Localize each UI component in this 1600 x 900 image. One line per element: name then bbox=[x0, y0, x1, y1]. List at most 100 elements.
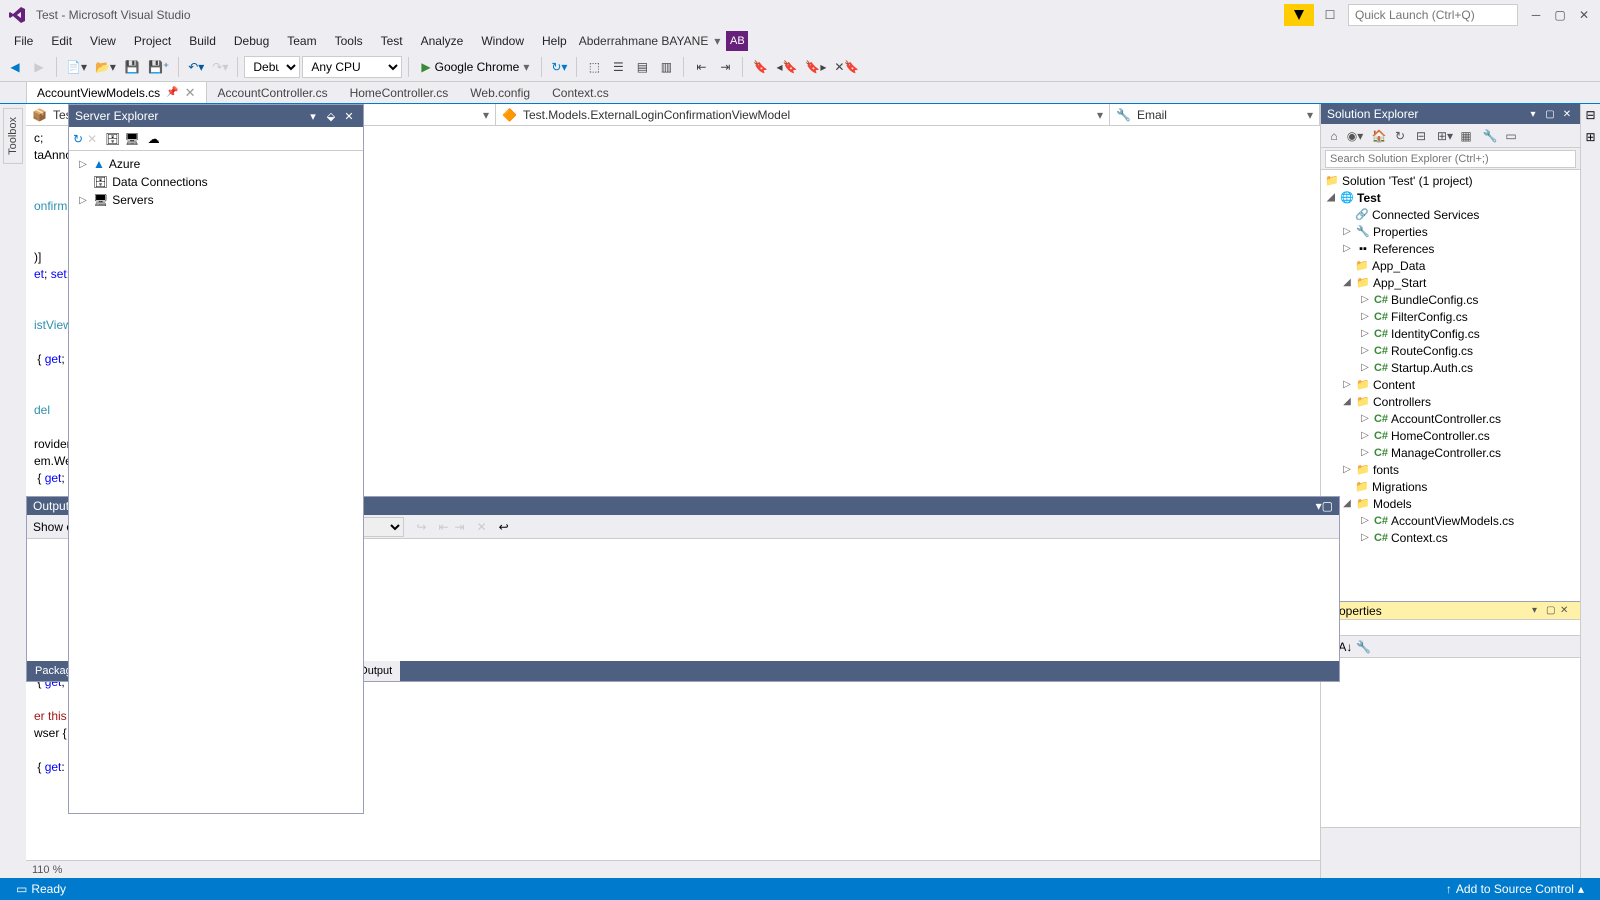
save-all-button[interactable]: 💾⁺ bbox=[145, 55, 172, 79]
properties-grid[interactable] bbox=[1321, 658, 1580, 828]
tn-accountcontroller[interactable]: ▷C#AccountController.cs bbox=[1321, 410, 1580, 427]
out-clear-button[interactable]: ✕ bbox=[477, 520, 487, 534]
status-scc[interactable]: ↑Add to Source Control▴ bbox=[1438, 882, 1592, 896]
quick-launch-input[interactable] bbox=[1348, 4, 1518, 26]
user-dropdown-icon[interactable]: ▾ bbox=[714, 34, 720, 48]
tab-homecontroller[interactable]: HomeController.cs bbox=[339, 81, 460, 103]
menu-edit[interactable]: Edit bbox=[43, 32, 80, 50]
sln-collapse-button[interactable]: ⊟ bbox=[1412, 127, 1430, 145]
tn-fonts[interactable]: ▷📁fonts bbox=[1321, 461, 1580, 478]
sln-close-icon[interactable]: ✕ bbox=[1560, 107, 1574, 121]
se-close-icon[interactable]: ✕ bbox=[341, 108, 357, 124]
menu-tools[interactable]: Tools bbox=[327, 32, 371, 50]
prev-bookmark-button[interactable]: ◂🔖 bbox=[773, 55, 800, 79]
tn-properties[interactable]: ▷🔧Properties bbox=[1321, 223, 1580, 240]
menu-team[interactable]: Team bbox=[279, 32, 324, 50]
tab-accountviewmodels[interactable]: AccountViewModels.cs📌✕ bbox=[26, 81, 207, 103]
maximize-button[interactable]: ▢ bbox=[1548, 4, 1572, 26]
redo-button[interactable]: ↷▾ bbox=[209, 55, 231, 79]
properties-title[interactable]: Properties▾▢✕ bbox=[1321, 602, 1580, 620]
pin-icon[interactable]: 📌 bbox=[166, 87, 178, 98]
tn-routeconfig[interactable]: ▷C#RouteConfig.cs bbox=[1321, 342, 1580, 359]
se-node-azure[interactable]: ▷▲Azure bbox=[69, 155, 363, 173]
server-explorer-title[interactable]: Server Explorer ▾ ⬙ ✕ bbox=[69, 105, 363, 127]
user-name[interactable]: Abderrahmane BAYANE bbox=[579, 34, 709, 48]
close-button[interactable]: ✕ bbox=[1572, 4, 1596, 26]
new-project-button[interactable]: 📄▾ bbox=[63, 55, 90, 79]
tn-solution[interactable]: 📁Solution 'Test' (1 project) bbox=[1321, 172, 1580, 189]
sln-showall-button[interactable]: ⊞▾ bbox=[1436, 127, 1454, 145]
se-node-dataconn[interactable]: 🗄Data Connections bbox=[69, 173, 363, 191]
bookmark-button[interactable]: 🔖 bbox=[749, 55, 771, 79]
indent-button[interactable]: ⇤ bbox=[690, 55, 712, 79]
notifications-button[interactable] bbox=[1284, 4, 1314, 26]
nav-member-combo[interactable]: 🔧Email▾ bbox=[1110, 104, 1320, 125]
sln-pin-icon[interactable]: ▢ bbox=[1543, 107, 1557, 121]
nav-fwd-button[interactable]: ▶ bbox=[28, 55, 50, 79]
feedback-icon[interactable]: ☐ bbox=[1318, 4, 1342, 26]
out-prev-button[interactable]: ⇤ bbox=[438, 520, 448, 534]
rg-icon-2[interactable]: ⊞ bbox=[1585, 130, 1595, 144]
sln-home-button[interactable]: ⌂ bbox=[1325, 127, 1343, 145]
solution-explorer-title[interactable]: Solution Explorer ▾ ▢ ✕ bbox=[1321, 104, 1580, 124]
sln-preview-button[interactable]: ▦ bbox=[1457, 127, 1475, 145]
nav-back-button[interactable]: ◀ bbox=[4, 55, 26, 79]
se-stop-button[interactable]: ✕ bbox=[87, 132, 97, 146]
tab-webconfig[interactable]: Web.config bbox=[459, 81, 541, 103]
save-button[interactable]: 💾 bbox=[121, 55, 143, 79]
menu-build[interactable]: Build bbox=[181, 32, 224, 50]
tn-connected[interactable]: 🔗Connected Services bbox=[1321, 206, 1580, 223]
tn-accountviewmodels[interactable]: ▷C#AccountViewModels.cs bbox=[1321, 512, 1580, 529]
tn-contextcs[interactable]: ▷C#Context.cs bbox=[1321, 529, 1580, 546]
tn-filterconfig[interactable]: ▷C#FilterConfig.cs bbox=[1321, 308, 1580, 325]
open-file-button[interactable]: 📂▾ bbox=[92, 55, 119, 79]
nav-type-combo[interactable]: 🔶Test.Models.ExternalLoginConfirmationVi… bbox=[496, 104, 1110, 125]
tn-identityconfig[interactable]: ▷C#IdentityConfig.cs bbox=[1321, 325, 1580, 342]
toolbox-tab[interactable]: Toolbox bbox=[3, 108, 23, 164]
sln-refresh-button[interactable]: ↻ bbox=[1391, 127, 1409, 145]
sln-sync-button[interactable]: 🏠 bbox=[1370, 127, 1388, 145]
props-pages-button[interactable]: 🔧 bbox=[1356, 640, 1371, 654]
se-node-servers[interactable]: ▷🖥Servers bbox=[69, 191, 363, 209]
se-azure-button[interactable]: ☁ bbox=[148, 132, 160, 146]
menu-project[interactable]: Project bbox=[126, 32, 179, 50]
out-next-button[interactable]: ⇥ bbox=[455, 520, 465, 534]
out-wrap-button[interactable]: ↩ bbox=[499, 520, 509, 534]
clear-bookmarks-button[interactable]: ✕🔖 bbox=[831, 55, 862, 79]
minimize-button[interactable]: ─ bbox=[1524, 4, 1548, 26]
menu-view[interactable]: View bbox=[82, 32, 124, 50]
menu-debug[interactable]: Debug bbox=[226, 32, 277, 50]
se-connect-db-button[interactable]: 🗄 bbox=[105, 132, 120, 146]
se-refresh-button[interactable]: ↻ bbox=[73, 132, 83, 146]
tn-bundleconfig[interactable]: ▷C#BundleConfig.cs bbox=[1321, 291, 1580, 308]
tn-controllers[interactable]: ◢📁Controllers bbox=[1321, 393, 1580, 410]
tn-references[interactable]: ▷▪▪References bbox=[1321, 240, 1580, 257]
se-pin-icon[interactable]: ⬙ bbox=[323, 108, 339, 124]
tab-context[interactable]: Context.cs bbox=[541, 81, 620, 103]
out-goto-button[interactable]: ↪ bbox=[416, 520, 426, 534]
sln-properties-button[interactable]: 🔧 bbox=[1481, 127, 1499, 145]
tn-project[interactable]: ◢🌐Test bbox=[1321, 189, 1580, 206]
tab-accountcontroller[interactable]: AccountController.cs bbox=[207, 81, 339, 103]
tn-models[interactable]: ◢📁Models bbox=[1321, 495, 1580, 512]
tn-appdata[interactable]: 📁App_Data bbox=[1321, 257, 1580, 274]
menu-file[interactable]: File bbox=[6, 32, 41, 50]
menu-analyze[interactable]: Analyze bbox=[413, 32, 472, 50]
rg-icon-1[interactable]: ⊟ bbox=[1585, 108, 1595, 122]
uncomment-button[interactable]: ▥ bbox=[655, 55, 677, 79]
se-connect-server-button[interactable]: 🖥 bbox=[124, 132, 139, 146]
menu-test[interactable]: Test bbox=[373, 32, 411, 50]
outdent-button[interactable]: ⇥ bbox=[714, 55, 736, 79]
zoom-level[interactable]: 110 % bbox=[26, 860, 1320, 878]
tb-icon-2[interactable]: ☰ bbox=[607, 55, 629, 79]
tb-icon-1[interactable]: ⬚ bbox=[583, 55, 605, 79]
undo-button[interactable]: ↶▾ bbox=[185, 55, 207, 79]
sln-view-button[interactable]: ▭ bbox=[1502, 127, 1520, 145]
tn-startupauth[interactable]: ▷C#Startup.Auth.cs bbox=[1321, 359, 1580, 376]
sln-back-button[interactable]: ◉▾ bbox=[1346, 127, 1364, 145]
sln-dropdown-icon[interactable]: ▾ bbox=[1526, 107, 1540, 121]
next-bookmark-button[interactable]: 🔖▸ bbox=[802, 55, 829, 79]
sln-search-input[interactable] bbox=[1325, 150, 1576, 168]
se-dropdown-icon[interactable]: ▾ bbox=[305, 108, 321, 124]
platform-select[interactable]: Any CPU bbox=[302, 56, 402, 78]
